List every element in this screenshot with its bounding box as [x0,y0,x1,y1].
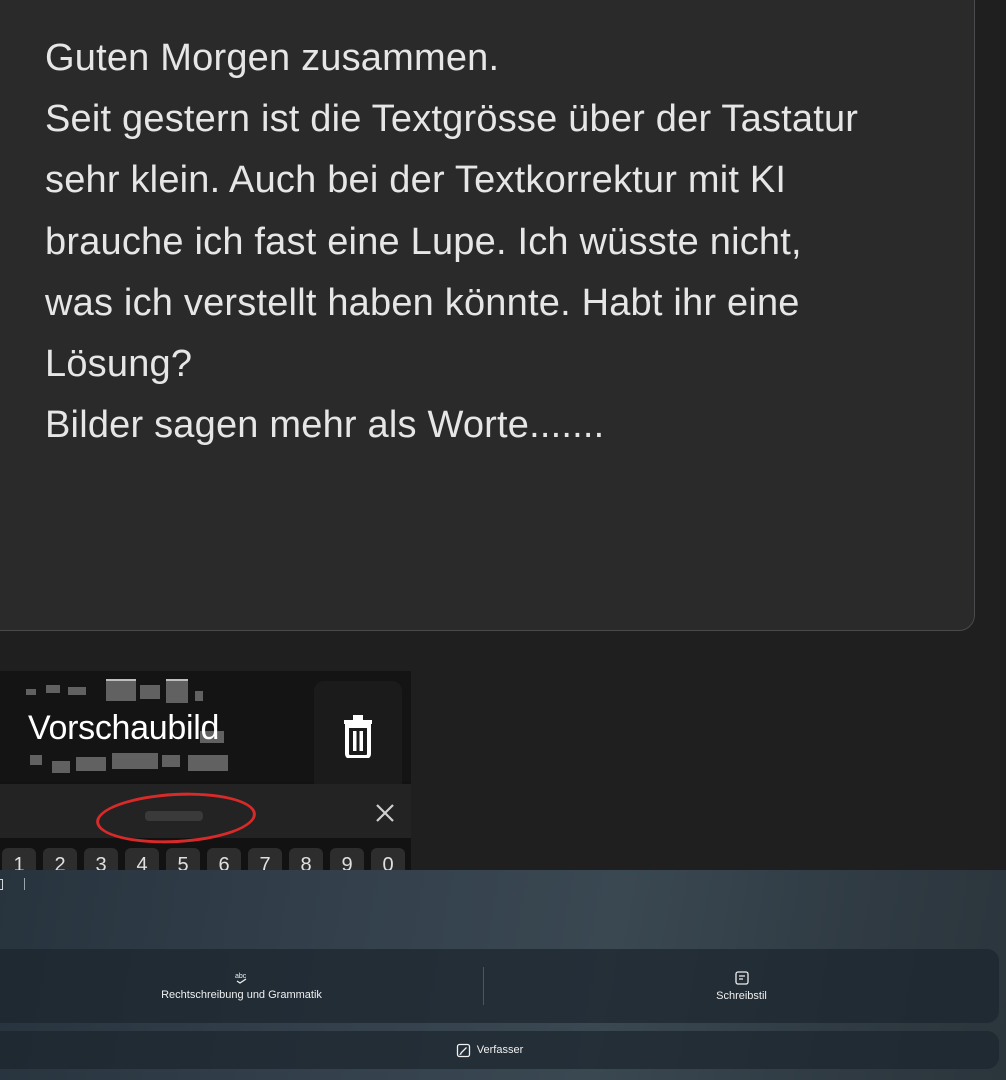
key: 4 [125,848,159,870]
compose-button[interactable]: Verfasser [0,1031,999,1069]
spellcheck-label: Rechtschreibung und Grammatik [161,989,322,1001]
spellcheck-icon: abc [235,973,246,984]
message-line: Bilder sagen mehr als Worte....... [45,404,605,447]
writing-style-icon [734,971,749,985]
key: 2 [43,848,77,870]
message-line: sehr klein. Auch bei der Textkorrektur m… [45,159,787,202]
attachment-preview[interactable]: Vorschaubild 1 2 3 4 5 6 7 8 9 0 [0,671,411,870]
key: 5 [166,848,200,870]
key: 1 [2,848,36,870]
message-line: Lösung? [45,343,193,386]
screen: Guten Morgen zusammen. Seit gestern ist … [0,0,1006,1080]
tiny-suggestion-chip [145,811,203,821]
key: 9 [330,848,364,870]
key: 3 [84,848,118,870]
text-cursor-handle [0,879,3,890]
text-caret [24,878,25,890]
writing-style-label: Schreibstil [716,990,767,1002]
preview-label: Vorschaubild [28,709,220,747]
writing-tools-row: abc Rechtschreibung und Grammatik Schrei… [0,949,999,1023]
delete-attachment-button[interactable] [314,681,402,791]
trash-icon [344,715,372,758]
compose-icon [456,1043,470,1057]
message-text[interactable]: Guten Morgen zusammen. Seit gestern ist … [45,28,945,456]
close-icon [376,804,394,822]
spellcheck-button[interactable]: abc Rechtschreibung und Grammatik [0,949,483,1023]
key: 7 [248,848,282,870]
key: 8 [289,848,323,870]
message-line: Seit gestern ist die Textgrösse über der… [45,98,859,141]
writing-style-button[interactable]: Schreibstil [484,949,999,1023]
message-line: Guten Morgen zusammen. [45,37,500,79]
compose-label: Verfasser [476,1044,524,1056]
message-line: was ich verstellt haben könnte. Habt ihr… [45,281,800,324]
key: 0 [371,848,405,870]
key: 6 [207,848,241,870]
message-line: brauche ich fast eine Lupe. Ich wüsste n… [45,220,802,263]
